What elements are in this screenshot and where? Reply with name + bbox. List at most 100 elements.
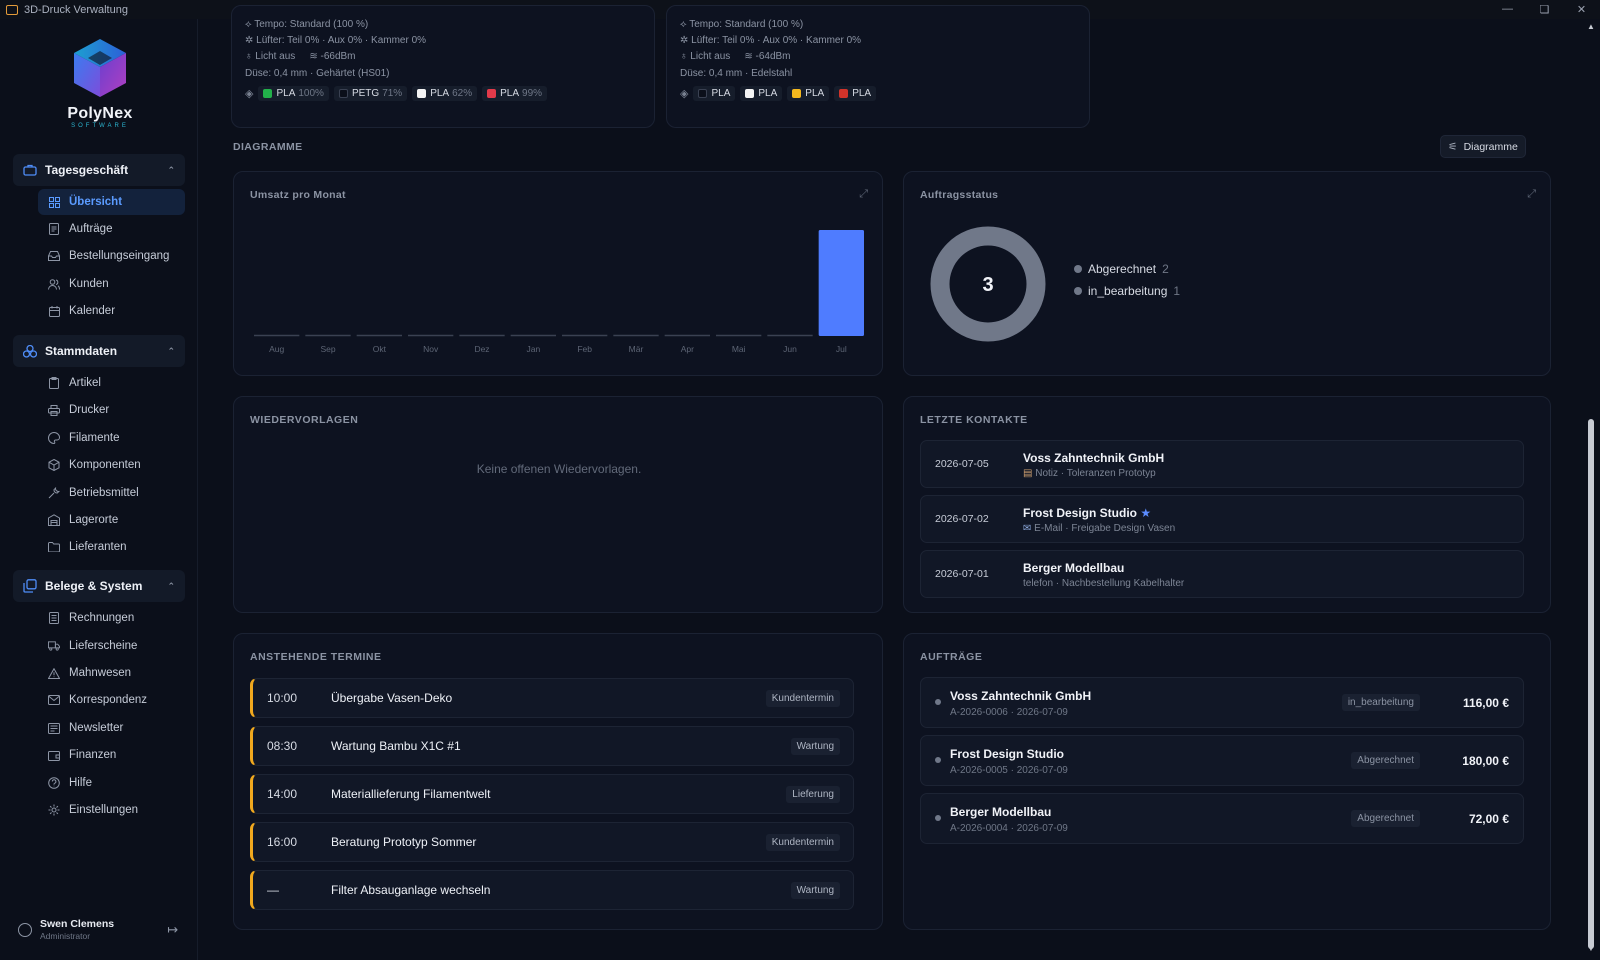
legend-item-abgerechnet[interactable]: Abgerechnet 2 [1074, 262, 1169, 276]
order-row[interactable]: Frost Design Studio A-2026-0005 · 2026-0… [920, 735, 1524, 786]
nav-label: Übersicht [69, 196, 123, 208]
filament-slots: ◈ PLA PLA PLA PLA [680, 86, 877, 101]
nav-newsletter[interactable]: Newsletter [38, 715, 185, 741]
printer-icon [48, 404, 60, 416]
minimize-icon[interactable]: — [1489, 3, 1526, 16]
user-profile[interactable]: Swen Clemens Administrator ↦ [18, 918, 188, 941]
printer-speed: ⟡ Tempo: Standard (100 %) [680, 19, 804, 30]
nav-komponenten[interactable]: Komponenten [38, 452, 185, 478]
contact-date: 2026-07-02 [935, 513, 989, 525]
bulb-icon: ♁ [680, 51, 691, 62]
scrollbar-thumb[interactable] [1588, 419, 1594, 949]
appointment-row[interactable]: 14:00 Materiallieferung Filamentwelt Lie… [250, 774, 854, 814]
order-row[interactable]: Voss Zahntechnik GmbH A-2026-0006 · 2026… [920, 677, 1524, 728]
filament-slot[interactable]: PLA 100% [258, 86, 329, 101]
restore-icon[interactable]: ❏ [1526, 3, 1563, 16]
speed-icon: ⟡ [680, 19, 690, 30]
appointment-title: Materiallieferung Filamentwelt [331, 787, 491, 801]
chevron-up-icon[interactable]: ⌃ [167, 346, 175, 357]
layers-icon [23, 344, 37, 358]
filament-slot[interactable]: PLA [834, 86, 877, 101]
appointment-tag: Kundentermin [765, 689, 840, 707]
appointment-time: 14:00 [267, 787, 298, 801]
nav-label: Lieferscheine [69, 640, 138, 652]
logo-cube-icon [74, 39, 126, 97]
order-status-badge: in_bearbeitung [1341, 694, 1420, 711]
order-price: 72,00 € [1468, 812, 1509, 826]
nav-drucker[interactable]: Drucker [38, 397, 185, 423]
nav-uebersicht[interactable]: Übersicht [38, 189, 185, 215]
nav-label: Komponenten [69, 459, 141, 471]
truck-icon [48, 640, 60, 652]
nav-label: Betriebsmittel [69, 487, 139, 499]
nav-artikel[interactable]: Artikel [38, 370, 185, 396]
nav-rechnungen[interactable]: Rechnungen [38, 605, 185, 631]
nav-label: Einstellungen [69, 804, 139, 816]
contact-detail: ▤ Notiz · Toleranzen Prototyp [1023, 468, 1156, 479]
section-stammdaten[interactable]: Stammdaten ⌃ [13, 335, 185, 367]
status-dot [935, 757, 941, 763]
bar-jul[interactable] [818, 230, 864, 336]
filament-slot[interactable]: PLA 99% [482, 86, 548, 101]
logout-icon[interactable]: ↦ [167, 922, 178, 938]
appointment-row[interactable]: — Filter Absauganlage wechseln Wartung [250, 870, 854, 910]
dashboard-icon [48, 196, 60, 208]
contact-row[interactable]: 2026-07-02 Frost Design Studio ★ ✉ E-Mai… [920, 495, 1524, 543]
nav-kalender[interactable]: Kalender [38, 298, 185, 324]
sliders-icon: ⚟ [1448, 140, 1458, 153]
order-row[interactable]: Berger Modellbau A-2026-0004 · 2026-07-0… [920, 793, 1524, 844]
nav-einstellungen[interactable]: Einstellungen [38, 797, 185, 823]
x-tick-label: Aug [269, 344, 284, 354]
chevron-up-icon[interactable]: ⌃ [167, 581, 175, 592]
nav-mahnwesen[interactable]: Mahnwesen [38, 660, 185, 686]
filament-slot[interactable]: PLA 62% [412, 86, 478, 101]
vertical-scrollbar[interactable]: ▲ ▼ [1582, 19, 1600, 960]
nav-hilfe[interactable]: Hilfe [38, 770, 185, 796]
orders-title: AUFTRÄGE [920, 651, 983, 663]
users-icon [48, 278, 60, 290]
expand-icon[interactable]: ⤢ [1527, 188, 1536, 201]
chevron-up-icon[interactable]: ⌃ [167, 165, 175, 176]
appointments-title: ANSTEHENDE TERMINE [250, 651, 382, 663]
appointment-row[interactable]: 08:30 Wartung Bambu X1C #1 Wartung [250, 726, 854, 766]
nav-kunden[interactable]: Kunden [38, 271, 185, 297]
legend-item-in-bearbeitung[interactable]: in_bearbeitung 1 [1074, 284, 1180, 298]
scroll-up-icon[interactable]: ▲ [1587, 22, 1595, 31]
contact-detail: ✉ E-Mail · Freigabe Design Vasen [1023, 523, 1176, 534]
contact-row[interactable]: 2026-07-01 Berger Modellbau telefon · Na… [920, 550, 1524, 598]
section-belege-system[interactable]: Belege & System ⌃ [13, 570, 185, 602]
section-label: Belege & System [45, 579, 143, 593]
nav-korrespondenz[interactable]: Korrespondenz [38, 687, 185, 713]
filament-slot[interactable]: PLA [740, 86, 783, 101]
filament-slot[interactable]: PETG 71% [333, 86, 408, 101]
brand-logo[interactable]: PolyNex SOFTWARE [62, 37, 138, 129]
appointment-row[interactable]: 16:00 Beratung Prototyp Sommer Kundenter… [250, 822, 854, 862]
nav-betriebsmittel[interactable]: Betriebsmittel [38, 480, 185, 506]
document-icon [48, 223, 60, 235]
x-tick-label: Dez [474, 344, 489, 354]
order-price: 116,00 € [1462, 696, 1509, 710]
status-dot [935, 815, 941, 821]
appointment-tag: Wartung [790, 737, 840, 755]
box-icon [48, 459, 60, 471]
x-tick-label: Feb [577, 344, 592, 354]
nav-finanzen[interactable]: Finanzen [38, 742, 185, 768]
nav-filamente[interactable]: Filamente [38, 425, 185, 451]
nav-label: Korrespondenz [69, 694, 147, 706]
filament-slot[interactable]: PLA [787, 86, 830, 101]
diagrams-button[interactable]: ⚟ Diagramme [1440, 135, 1526, 158]
x-tick-label: Jan [526, 344, 540, 354]
close-icon[interactable]: ✕ [1563, 3, 1600, 16]
brand-subtitle: SOFTWARE [71, 123, 129, 129]
nav-bestellungseingang[interactable]: Bestellungseingang [38, 243, 185, 269]
folder-icon [48, 541, 60, 553]
contact-row[interactable]: 2026-07-05 Voss Zahntechnik GmbH ▤ Notiz… [920, 440, 1524, 488]
appointment-row[interactable]: 10:00 Übergabe Vasen-Deko Kundentermin [250, 678, 854, 718]
nav-lagerorte[interactable]: Lagerorte [38, 507, 185, 533]
section-tagesgeschaeft[interactable]: Tagesgeschäft ⌃ [13, 154, 185, 186]
nav-lieferscheine[interactable]: Lieferscheine [38, 633, 185, 659]
nav-auftraege[interactable]: Aufträge [38, 216, 185, 242]
nav-lieferanten[interactable]: Lieferanten [38, 534, 185, 560]
scroll-down-icon[interactable]: ▼ [1587, 944, 1595, 953]
filament-slot[interactable]: PLA [693, 86, 736, 101]
